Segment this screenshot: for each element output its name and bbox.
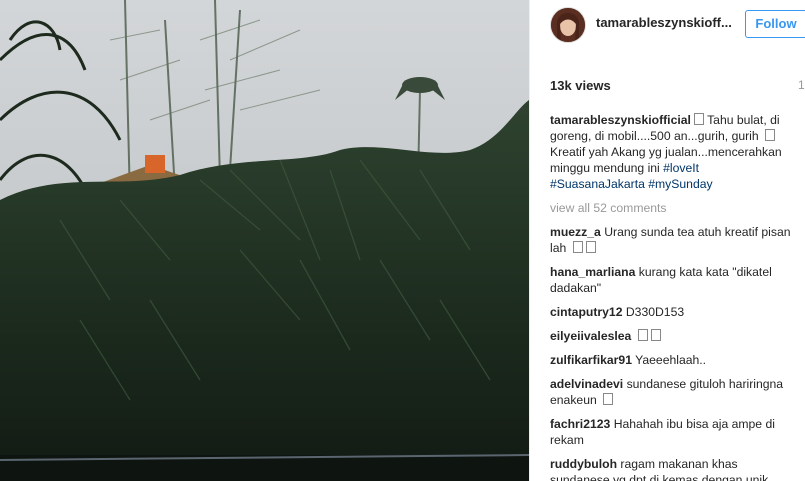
- comment-username[interactable]: cintaputry12: [550, 305, 622, 319]
- emoji-box-icon: [603, 393, 614, 405]
- comment-username[interactable]: muezz_a: [550, 225, 601, 239]
- comment-item: fachri2123 Hahahah ibu bisa aja ampe di …: [550, 416, 796, 448]
- caption: tamarableszynskiofficial Tahu bulat, di …: [550, 112, 796, 192]
- emoji-box-icon: [585, 241, 596, 253]
- follow-button[interactable]: Follow: [745, 10, 805, 38]
- comment-username[interactable]: hana_marliana: [550, 265, 635, 279]
- post-time[interactable]: 1d: [798, 78, 805, 92]
- comment-username[interactable]: fachri2123: [550, 417, 610, 431]
- hashtag-suasanajakarta[interactable]: #SuasanaJakarta: [550, 177, 645, 191]
- hashtag-mysunday[interactable]: #mySunday: [648, 177, 712, 191]
- emoji-box-icon: [637, 329, 648, 341]
- comment-username[interactable]: eilyeiivaleslea: [550, 329, 631, 343]
- comment-text: D330D153: [625, 305, 685, 319]
- comments-list: tamarableszynskiofficial Tahu bulat, di …: [550, 112, 796, 481]
- post-photo[interactable]: [0, 0, 529, 481]
- comment-item: eilyeiivaleslea: [550, 328, 796, 344]
- comment-item: ruddybuloh ragam makanan khas sundanese …: [550, 456, 796, 481]
- caption-username[interactable]: tamarableszynskiofficial: [550, 113, 691, 127]
- comment-username[interactable]: zulfikarfikar91: [550, 353, 632, 367]
- comment-username[interactable]: ruddybuloh: [550, 457, 617, 471]
- photo-illustration: [0, 0, 529, 481]
- comment-item: muezz_a Urang sunda tea atuh kreatif pis…: [550, 224, 796, 256]
- views-count[interactable]: 13k views: [550, 78, 611, 93]
- post-details-panel: tamarableszynskioff... Follow 13k views …: [529, 0, 805, 481]
- emoji-box-icon: [765, 129, 776, 141]
- comment-item: zulfikarfikar91 Yaeeehlaah..: [550, 352, 796, 368]
- view-all-comments-link[interactable]: view all 52 comments: [550, 200, 796, 216]
- comment-item: adelvinadevi sundanese gituloh hariringn…: [550, 376, 796, 408]
- comment-item: cintaputry12 D330D153: [550, 304, 796, 320]
- comment-text: Yaeeehlaah..: [635, 353, 707, 367]
- comment-username[interactable]: adelvinadevi: [550, 377, 623, 391]
- emoji-box-icon: [650, 329, 661, 341]
- avatar-image: [551, 8, 585, 42]
- emoji-box-icon: [572, 241, 583, 253]
- hashtag-loveit[interactable]: #loveIt: [663, 161, 699, 175]
- emoji-box-icon: [693, 113, 704, 125]
- avatar[interactable]: [550, 7, 586, 43]
- post-header: tamarableszynskioff... Follow: [530, 0, 805, 50]
- comment-item: hana_marliana kurang kata kata "dikatel …: [550, 264, 796, 296]
- post-username[interactable]: tamarableszynskioff...: [596, 15, 736, 30]
